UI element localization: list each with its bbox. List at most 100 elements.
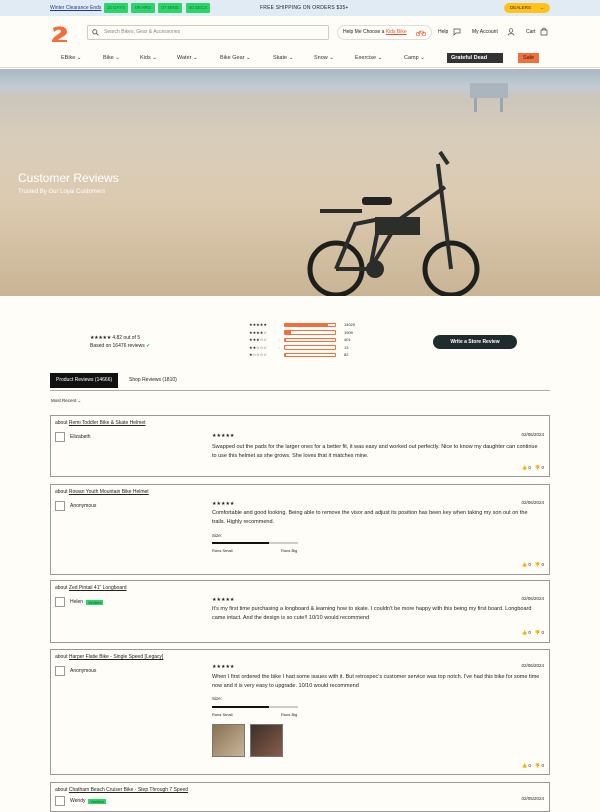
review-about: about Harper Flatie Bike - Single Speed …: [55, 654, 163, 660]
help-link[interactable]: Help: [438, 29, 448, 35]
clearance-link[interactable]: Winter Clearance Ends: [50, 5, 101, 11]
kids-bike-link[interactable]: Kids Bike: [386, 29, 407, 35]
countdown-hours: 09 HRS: [131, 3, 155, 13]
verified-badge: Verified: [88, 799, 105, 804]
thumbs-down-icon[interactable]: 👎: [535, 562, 541, 567]
nav-item-ebike[interactable]: EBike ⌄: [61, 55, 82, 61]
about-label: about: [55, 787, 69, 793]
thumbs-down-icon[interactable]: 👎: [535, 763, 541, 768]
page-subtitle: Trusted By Our Loyal Customers: [18, 189, 105, 195]
account-link[interactable]: My Account: [472, 29, 498, 35]
cart-link[interactable]: Cart: [526, 29, 535, 35]
row-stars: ★☆☆☆☆: [249, 352, 267, 357]
dealers-label: DEALERS: [510, 5, 531, 10]
thumbs-up-icon[interactable]: 👍: [521, 465, 527, 470]
review-date: 02/05/2024: [521, 796, 544, 801]
nav-item-kids[interactable]: Kids ⌄: [140, 55, 157, 61]
chevron-down-icon: ⌄: [378, 55, 383, 61]
review-card: about Remi Toddler Bike & Skate Helmet E…: [50, 415, 550, 477]
review-date: 02/06/2024: [521, 500, 544, 505]
rating-bar: [284, 323, 336, 328]
rating-bar-fill: [285, 324, 328, 327]
hero-banner: Customer Reviews Trusted By Our Loyal Cu…: [0, 69, 600, 296]
tab-product-reviews[interactable]: Product Reviews (14666): [50, 373, 118, 388]
reviewer: Anonymous: [55, 501, 96, 511]
thumbs-up-icon[interactable]: 👍: [521, 630, 527, 635]
rating-bar: [284, 345, 336, 350]
review-votes: 👍 0 👎 0: [521, 630, 544, 636]
nav-item-bike[interactable]: Bike ⌄: [103, 55, 120, 61]
countdown-secs: 40 SECS: [186, 3, 210, 13]
size-fit-fill: [212, 706, 269, 708]
rating-bar-fill: [285, 331, 291, 334]
review-stars: ★★★★★: [212, 664, 234, 670]
size-runs-small: Runs Small: [212, 712, 232, 717]
search-input[interactable]: Search Bikes, Gear & Accessories: [87, 25, 329, 40]
user-icon: [507, 28, 515, 36]
nav-label: Camp: [404, 55, 419, 61]
countdown-days: 15 DAYS: [104, 3, 128, 13]
kids-bike-helper[interactable]: Help Me Choose a Kids Bike: [337, 25, 432, 40]
review-stars: ★★★★★: [212, 433, 234, 439]
sort-label: Most Recent: [51, 398, 76, 403]
review-photo[interactable]: [250, 724, 283, 757]
nav-item-bike-gear[interactable]: Bike Gear ⌄: [220, 55, 251, 61]
review-date: 02/06/2024: [521, 432, 544, 437]
product-link[interactable]: Chatham Beach Cruiser Bike - Step Throug…: [69, 787, 188, 793]
review-stars: ★★★★★: [212, 501, 234, 507]
product-link[interactable]: Zed Pintail 41" Longboard: [69, 585, 127, 591]
thumbs-up-icon[interactable]: 👍: [521, 763, 527, 768]
sort-dropdown[interactable]: Most Recent ⌄: [51, 398, 81, 404]
upvote-count: 0: [528, 562, 531, 567]
rating-text: 4.82 out of 5: [112, 335, 140, 341]
review-photo[interactable]: [212, 724, 245, 757]
review-text: Swapped out the pads for the larger ones…: [212, 443, 542, 460]
row-count: 401: [344, 337, 351, 342]
tab-shop-reviews[interactable]: Shop Reviews (1810): [123, 373, 183, 388]
thumbs-up-icon[interactable]: 👍: [521, 562, 527, 567]
chevron-down-icon: ⌄: [193, 55, 198, 61]
nav-item-exercise[interactable]: Exercise ⌄: [355, 55, 382, 61]
size-runs-big: Runs Big: [281, 548, 297, 553]
nav-item-snow[interactable]: Snow ⌄: [314, 55, 334, 61]
reviewer-name: Anonymous: [70, 503, 96, 509]
review-date: 02/06/2024: [521, 596, 544, 601]
promo-bar: Winter Clearance Ends 15 DAYS 09 HRS 07 …: [0, 0, 600, 16]
nav-label: EBike: [61, 55, 75, 61]
product-link[interactable]: Harper Flatie Bike - Single Speed [Legac…: [69, 654, 164, 660]
avatar: [55, 796, 65, 806]
site-header: Search Bikes, Gear & Accessories Help Me…: [0, 16, 600, 68]
nav-item-camp[interactable]: Camp ⌄: [404, 55, 425, 61]
verified-check-icon: ✔: [146, 343, 150, 349]
nav-item-skate[interactable]: Skate ⌄: [273, 55, 293, 61]
nav-label: Skate: [273, 55, 287, 61]
nav-label: Bike: [103, 55, 114, 61]
rating-stars: ★★★★★: [90, 335, 111, 341]
kids-helper-text: Help Me Choose a: [343, 29, 386, 35]
nav-item-sale[interactable]: Sale: [518, 53, 539, 63]
nav-item-water[interactable]: Water ⌄: [177, 55, 198, 61]
nav-label: Kids: [140, 55, 151, 61]
countdown-mins: 07 MINS: [158, 3, 182, 13]
row-stars: ★★★☆☆: [249, 337, 267, 342]
review-votes: 👍 0 👎 0: [521, 562, 544, 568]
nav-item-grateful-dead[interactable]: Grateful Dead: [447, 53, 503, 63]
write-review-button[interactable]: Write a Store Review: [433, 335, 517, 349]
product-link[interactable]: Remi Toddler Bike & Skate Helmet: [69, 420, 146, 426]
thumbs-down-icon[interactable]: 👎: [535, 630, 541, 635]
dealers-button[interactable]: DEALERS→: [504, 3, 550, 13]
logo-icon[interactable]: [51, 26, 69, 42]
downvote-count: 0: [541, 630, 544, 635]
about-label: about: [55, 654, 69, 660]
product-link[interactable]: Rowan Youth Mountain Bike Helmet: [69, 489, 149, 495]
review-card: about Zed Pintail 41" Longboard HelenVer…: [50, 580, 550, 643]
row-count: 82: [344, 352, 348, 357]
review-card: about Chatham Beach Cruiser Bike - Step …: [50, 782, 550, 812]
about-label: about: [55, 420, 69, 426]
row-stars: ★★★★★: [249, 322, 267, 327]
review-text: Comfortable and good looking. Being able…: [212, 509, 542, 526]
row-count: 14020: [344, 322, 355, 327]
thumbs-down-icon[interactable]: 👎: [535, 465, 541, 470]
size-runs-big: Runs Big: [281, 712, 297, 717]
about-label: about: [55, 489, 69, 495]
